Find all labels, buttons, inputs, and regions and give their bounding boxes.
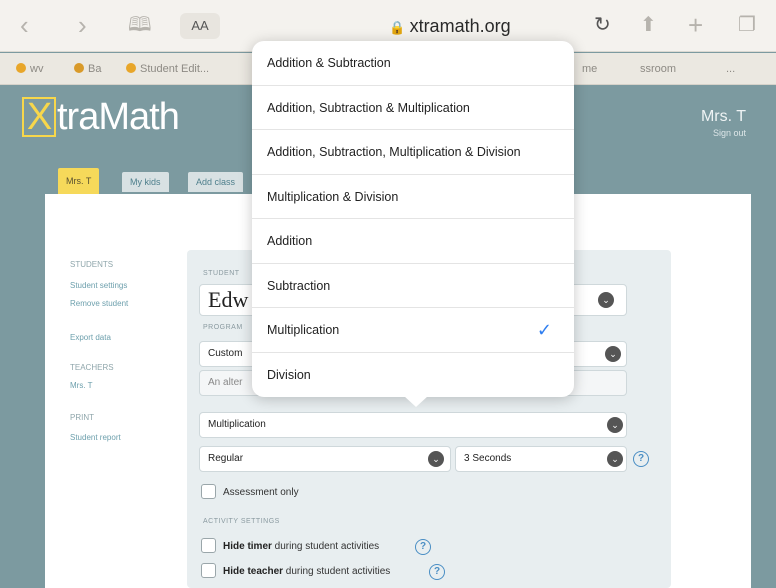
dropdown-option[interactable]: Addition, Subtraction & Multiplication <box>252 86 574 130</box>
time-select[interactable]: 3 Seconds <box>455 446 627 472</box>
help-icon[interactable]: ? <box>429 564 445 580</box>
bookmarks-icon[interactable]: 🕮 <box>128 10 152 40</box>
remove-student-link[interactable]: Remove student <box>70 299 128 308</box>
hide-timer-label: Hide timer during student activities <box>223 541 380 552</box>
share-icon[interactable]: ⬆ <box>640 10 657 40</box>
assessment-only-label: Assessment only <box>223 487 299 498</box>
browser-tab[interactable]: Ba <box>74 57 114 81</box>
export-data-link[interactable]: Export data <box>70 333 111 342</box>
xtramath-logo[interactable]: XtraMath <box>22 96 180 139</box>
new-tab-icon[interactable]: + <box>688 10 703 40</box>
chevron-down-icon: ⌄ <box>607 451 623 467</box>
dropdown-option[interactable]: Addition & Subtraction <box>252 41 574 86</box>
browser-tab[interactable]: wv <box>16 57 56 81</box>
dropdown-option[interactable]: Subtraction <box>252 264 574 308</box>
dropdown-option[interactable]: Addition, Subtraction, Multiplication & … <box>252 130 574 175</box>
teacher-link[interactable]: Mrs. T <box>70 381 93 390</box>
assessment-only-checkbox[interactable] <box>201 484 216 499</box>
help-icon[interactable]: ? <box>633 451 649 467</box>
reader-settings-button[interactable]: AA <box>180 13 220 39</box>
checkmark-icon: ✓ <box>536 320 552 340</box>
student-name: Edw <box>208 287 249 312</box>
operation-select[interactable]: Multiplication <box>199 412 627 438</box>
browser-tab[interactable]: ... <box>726 57 766 81</box>
favicon-icon <box>74 63 84 73</box>
program-label: PROGRAM <box>203 324 243 331</box>
url-text: xtramath.org <box>409 16 511 36</box>
dropdown-option[interactable]: Multiplication & Division <box>252 175 574 219</box>
favicon-icon <box>126 63 136 73</box>
chevron-down-icon: ⌄ <box>607 417 623 433</box>
browser-tab[interactable]: me <box>582 57 622 81</box>
dropdown-option[interactable]: Addition <box>252 219 574 264</box>
hide-timer-checkbox[interactable] <box>201 538 216 553</box>
students-heading: STUDENTS <box>70 260 114 269</box>
tab-my-kids[interactable]: My kids <box>122 172 169 192</box>
lock-icon: 🔒 <box>389 20 406 35</box>
print-heading: PRINT <box>70 413 94 422</box>
student-report-link[interactable]: Student report <box>70 433 121 442</box>
chevron-down-icon: ⌄ <box>598 292 614 308</box>
hide-teacher-label: Hide teacher during student activities <box>223 566 391 577</box>
student-label: STUDENT <box>203 270 240 277</box>
dropdown-option-selected[interactable]: Multiplication ✓ <box>252 308 574 353</box>
student-settings-link[interactable]: Student settings <box>70 281 127 290</box>
browser-tab[interactable]: ssroom <box>640 57 700 81</box>
back-icon[interactable]: ‹ <box>20 10 29 40</box>
sign-out-link[interactable]: Sign out <box>713 128 746 138</box>
reload-icon[interactable]: ↻ <box>594 10 611 40</box>
tabs-overview-icon[interactable]: ❐ <box>738 10 756 40</box>
tab-mrs-t[interactable]: Mrs. T <box>58 168 100 194</box>
operation-dropdown-popover: Addition & Subtraction Addition, Subtrac… <box>252 41 574 407</box>
hide-teacher-checkbox[interactable] <box>201 563 216 578</box>
teachers-heading: TEACHERS <box>70 363 114 372</box>
dropdown-option[interactable]: Division <box>252 353 574 398</box>
address-bar[interactable]: 🔒 xtramath.org <box>300 11 600 41</box>
chevron-down-icon: ⌄ <box>428 451 444 467</box>
mode-select[interactable]: Regular <box>199 446 451 472</box>
chevron-down-icon: ⌄ <box>605 346 621 362</box>
popover-arrow <box>404 396 428 407</box>
user-name: Mrs. T <box>700 108 746 125</box>
favicon-icon <box>16 63 26 73</box>
activity-settings-label: ACTIVITY SETTINGS <box>203 518 280 525</box>
tab-add-class[interactable]: Add class <box>188 172 244 192</box>
browser-tab[interactable]: Student Edit... <box>126 57 236 81</box>
forward-icon[interactable]: › <box>78 10 87 40</box>
help-icon[interactable]: ? <box>415 539 431 555</box>
